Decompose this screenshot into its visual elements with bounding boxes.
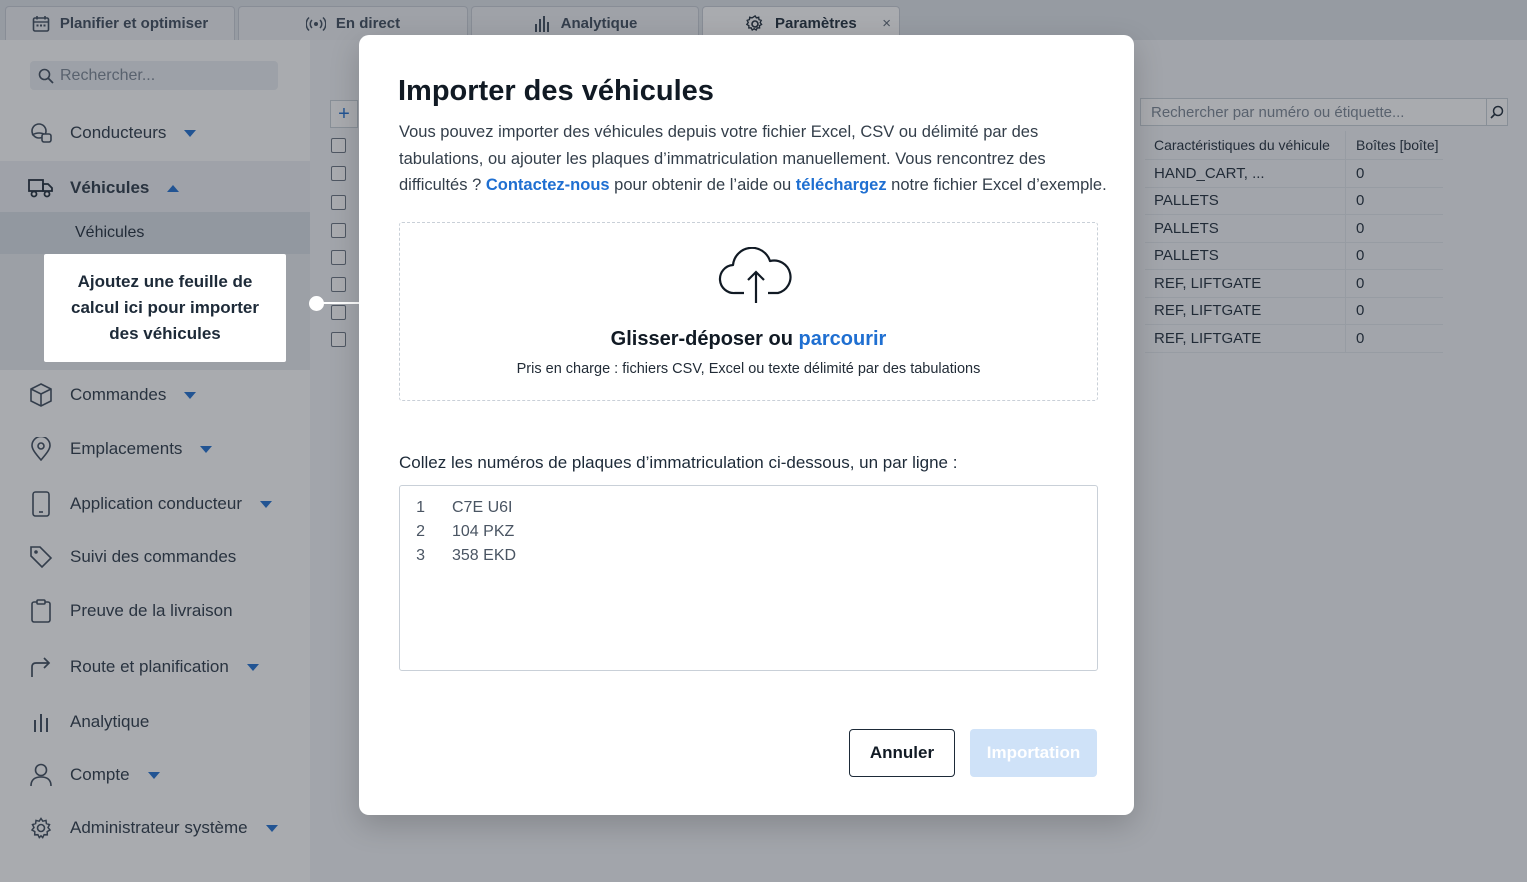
import-button[interactable]: Importation: [970, 729, 1097, 777]
import-hint-tooltip: Ajoutez une feuille de calcul ici pour i…: [44, 254, 286, 362]
plate-value: 358 EKD: [452, 547, 517, 564]
textarea-line: 2 104 PKZ: [400, 520, 1097, 544]
plate-value: 104 PKZ: [452, 523, 515, 540]
dropzone-title: Glisser-déposer ou parcourir: [400, 328, 1097, 351]
plate-value: C7E U6I: [452, 499, 513, 516]
cloud-upload-icon: [718, 247, 794, 305]
description-text: pour obtenir de l’aide ou: [609, 176, 796, 194]
browse-link[interactable]: parcourir: [799, 328, 887, 350]
tooltip-connector-line: [318, 302, 360, 304]
dialog-description: Vous pouvez importer des véhicules depui…: [399, 119, 1111, 199]
textarea-line: 3 358 EKD: [400, 544, 1097, 568]
import-vehicles-dialog: Importer des véhicules Vous pouvez impor…: [359, 35, 1134, 815]
paste-plates-label: Collez les numéros de plaques d’immatric…: [399, 453, 958, 472]
dialog-title: Importer des véhicules: [398, 75, 714, 107]
license-plates-textarea[interactable]: 1 C7E U6I 2 104 PKZ 3 358 EKD: [399, 485, 1098, 671]
line-number: 1: [416, 499, 425, 516]
cancel-button[interactable]: Annuler: [849, 729, 955, 777]
tooltip-connector-dot: [309, 296, 324, 311]
textarea-line: 1 C7E U6I: [400, 496, 1097, 520]
supported-formats-text: Pris en charge : fichiers CSV, Excel ou …: [516, 361, 981, 377]
line-number: 3: [416, 547, 425, 564]
file-dropzone[interactable]: Glisser-déposer ou parcourir Pris en cha…: [399, 222, 1098, 401]
dropzone-title-text: Glisser-déposer ou: [610, 328, 799, 350]
line-number: 2: [416, 523, 425, 540]
download-sample-link[interactable]: téléchargez: [796, 176, 887, 194]
contact-us-link[interactable]: Contactez-nous: [486, 176, 610, 194]
description-text: notre fichier Excel d’exemple.: [886, 176, 1107, 194]
